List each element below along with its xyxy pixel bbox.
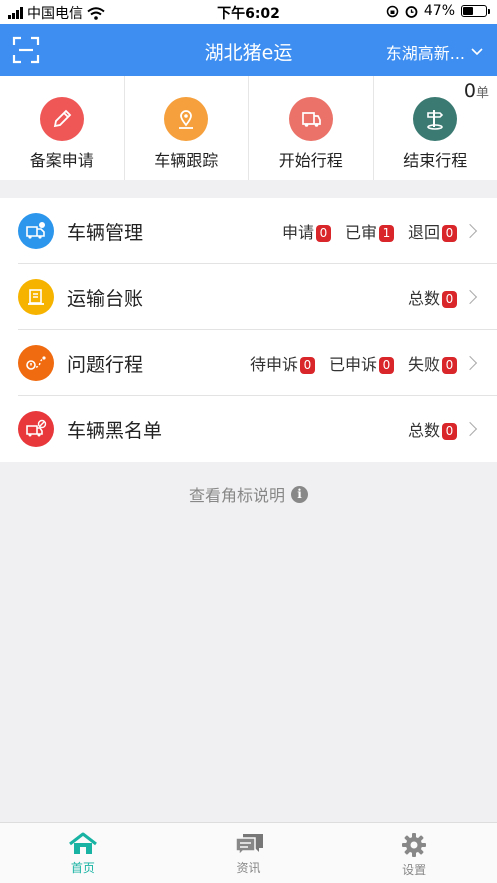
truck-icon [288, 97, 333, 141]
signpost-icon [413, 97, 458, 141]
quick-actions: 备案申请 车辆跟踪 开始行程 0单 结束行程 [0, 76, 497, 180]
orientation-lock-icon [386, 5, 399, 17]
quick-action-label: 结束行程 [403, 151, 468, 170]
chevron-right-icon [462, 289, 478, 305]
quick-action-label: 开始行程 [278, 151, 343, 170]
menu-row-transport-ledger[interactable]: 运输台账 总数 0 [0, 264, 497, 330]
location-selector[interactable]: 东湖高新... [386, 40, 483, 64]
info-icon: i [291, 485, 308, 503]
menu-row-badges: 总数 0 [408, 285, 457, 309]
order-count-unit: 单 [475, 86, 489, 101]
quick-action-end-trip[interactable]: 0单 结束行程 [374, 76, 497, 180]
chevron-down-icon [471, 48, 483, 56]
tab-bar: 首页 资讯 设置 [0, 822, 497, 883]
status-bar: 中国电信 下午6:02 47% [0, 0, 497, 24]
menu-row-vehicle-management[interactable]: 车辆管理 申请 0 已审 1 退回 0 [0, 198, 497, 264]
badge-item: 退回 0 [408, 219, 457, 243]
gear-icon [402, 833, 427, 857]
route-warning-icon [18, 345, 54, 381]
tab-label: 设置 [402, 863, 427, 877]
quick-action-label: 车辆跟踪 [154, 151, 219, 170]
menu-list: 车辆管理 申请 0 已审 1 退回 0 运输台账 总数 0 问题行程 待申诉 0 已申诉 0… [0, 198, 497, 462]
menu-row-title: 车辆管理 [67, 221, 144, 244]
battery-percent: 47% [423, 3, 455, 19]
badge-label: 总数 [407, 289, 440, 308]
quick-action-label: 备案申请 [29, 151, 94, 170]
badge-item: 待申诉 0 [250, 351, 315, 375]
quick-action-track[interactable]: 车辆跟踪 [125, 76, 249, 180]
badge-label: 已审 [344, 223, 377, 242]
alarm-icon [405, 5, 418, 18]
chevron-right-icon [462, 421, 478, 437]
quick-action-start-trip[interactable]: 开始行程 [249, 76, 374, 180]
badge-count: 0 [442, 225, 457, 242]
tab-news[interactable]: 资讯 [166, 823, 332, 883]
quick-action-register[interactable]: 备案申请 [0, 76, 125, 180]
menu-row-problem-trips[interactable]: 问题行程 待申诉 0 已申诉 0 失败 0 [0, 330, 497, 396]
badge-count: 1 [378, 225, 394, 242]
menu-row-vehicle-blacklist[interactable]: 车辆黑名单 总数 0 [0, 396, 497, 462]
message-icon [234, 834, 263, 856]
menu-row-badges: 申请 0 已审 1 退回 0 [282, 219, 457, 243]
truck-blocked-icon [18, 411, 54, 447]
badge-item: 已审 1 [345, 219, 394, 243]
badge-label: 退回 [407, 223, 440, 242]
badge-count: 0 [378, 357, 394, 374]
badge-item: 总数 0 [408, 417, 457, 441]
badge-item: 申请 0 [282, 219, 331, 243]
tab-settings[interactable]: 设置 [331, 823, 497, 883]
truck-gear-icon [18, 213, 54, 249]
location-label: 东湖高新... [385, 44, 465, 63]
badge-item: 失败 0 [408, 351, 457, 375]
tab-label: 资讯 [236, 861, 261, 875]
chevron-right-icon [462, 355, 478, 371]
badge-count: 0 [442, 357, 457, 374]
ledger-icon [18, 279, 54, 315]
menu-row-badges: 待申诉 0 已申诉 0 失败 0 [250, 351, 457, 375]
badge-count: 0 [299, 357, 315, 374]
menu-row-badges: 总数 0 [408, 417, 457, 441]
menu-row-title: 运输台账 [67, 287, 144, 310]
menu-row-title: 车辆黑名单 [67, 419, 163, 442]
badge-item: 总数 0 [408, 285, 457, 309]
badge-label: 待申诉 [249, 355, 298, 374]
home-icon [68, 832, 97, 854]
badge-count: 0 [442, 423, 457, 440]
battery-icon [461, 5, 490, 17]
badge-count: 0 [315, 225, 331, 242]
badge-label: 总数 [407, 421, 440, 440]
tab-home[interactable]: 首页 [0, 823, 166, 883]
badge-label: 已申诉 [328, 355, 377, 374]
edit-icon [39, 97, 84, 141]
order-count: 0单 [464, 80, 489, 102]
order-count-value: 0 [463, 80, 476, 102]
location-pin-icon [164, 97, 209, 141]
tab-label: 首页 [70, 861, 95, 875]
badge-help-link[interactable]: 查看角标说明 i [0, 482, 497, 506]
app-header: 湖北猪e运 东湖高新... [0, 24, 497, 76]
chevron-right-icon [462, 223, 478, 239]
badge-label: 申请 [281, 223, 314, 242]
menu-row-title: 问题行程 [67, 353, 144, 376]
help-text: 查看角标说明 [188, 486, 285, 505]
badge-label: 失败 [407, 355, 440, 374]
badge-count: 0 [442, 291, 457, 308]
badge-item: 已申诉 0 [329, 351, 394, 375]
